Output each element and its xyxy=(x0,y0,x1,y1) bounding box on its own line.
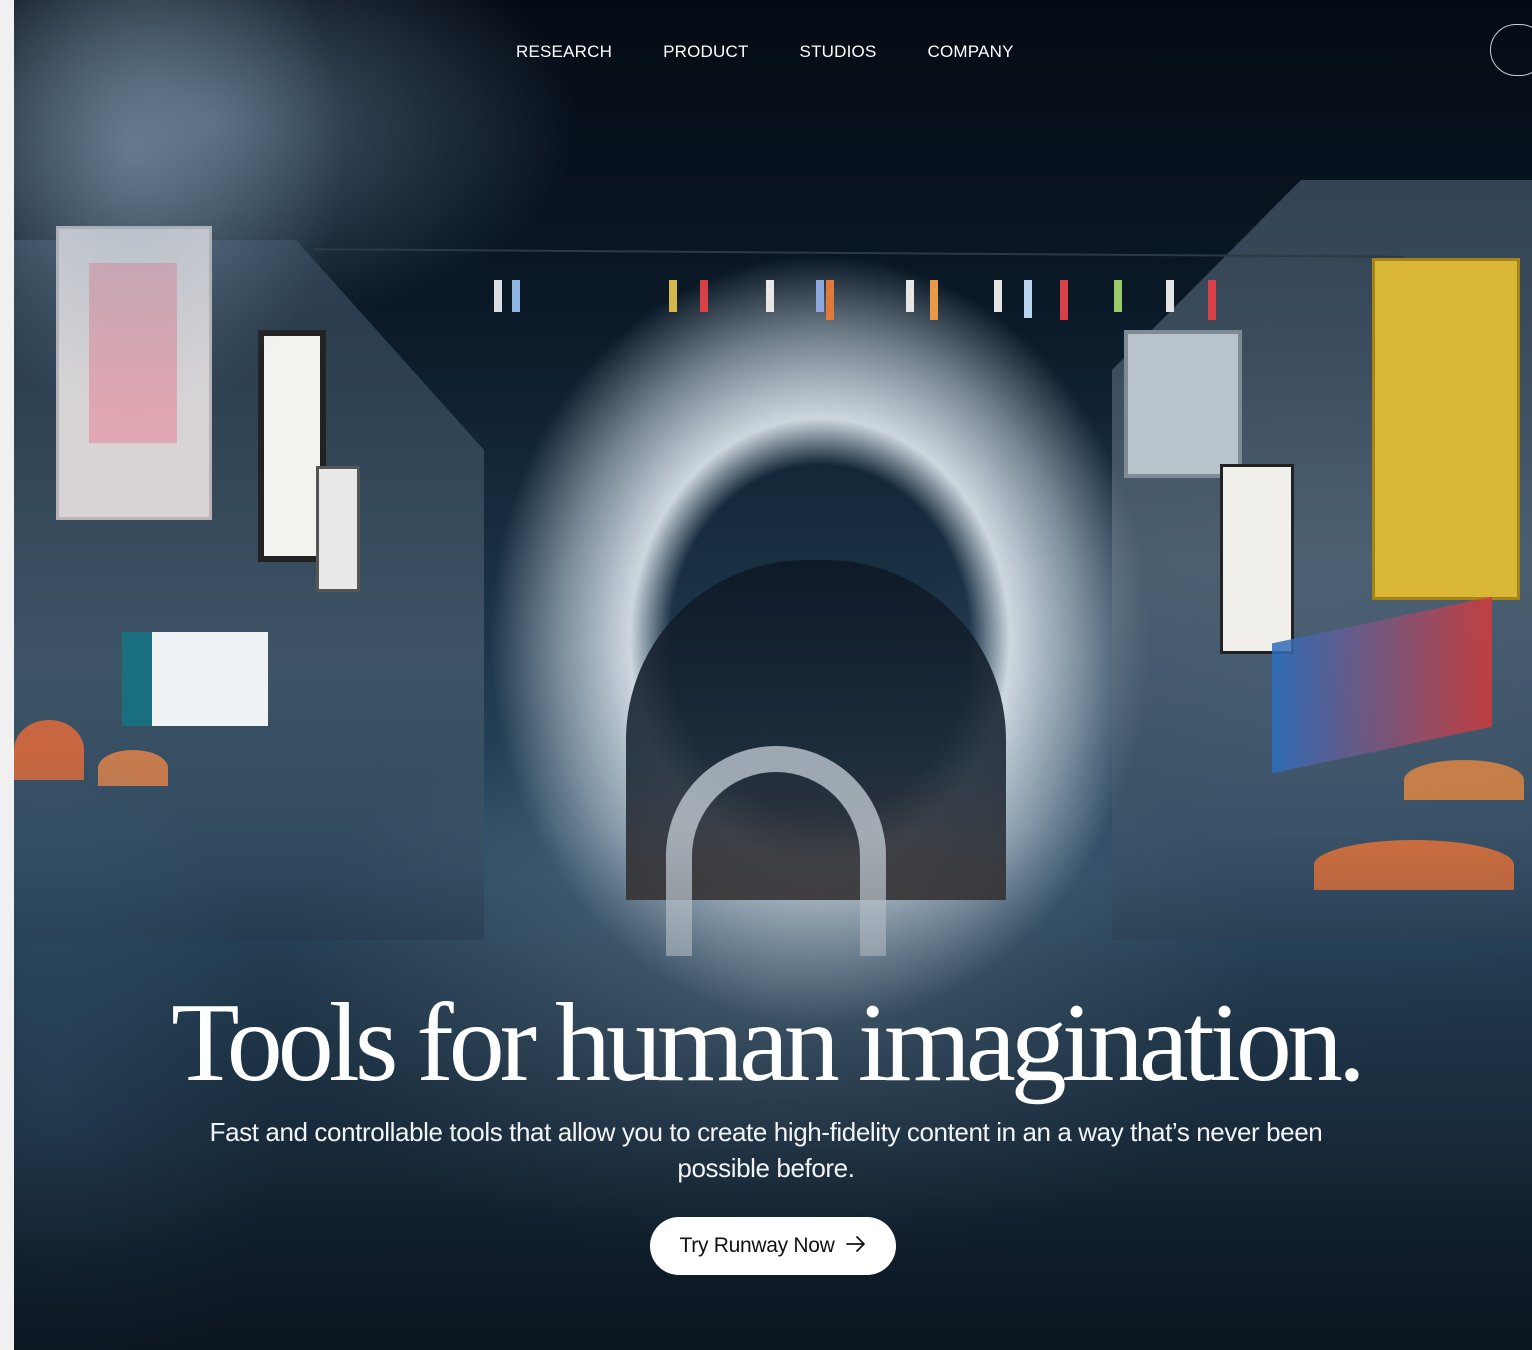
try-runway-button[interactable]: Try Runway Now xyxy=(650,1217,896,1275)
cta-label: Try Runway Now xyxy=(679,1234,835,1257)
building-window xyxy=(1124,330,1242,478)
hero-headline: Tools for human imagination. xyxy=(171,981,1366,1105)
nav-item-product[interactable]: PRODUCT xyxy=(663,36,748,68)
nav-item-research[interactable]: RESEARCH xyxy=(516,36,612,68)
shop-sign-vertical-white xyxy=(1220,464,1294,654)
arrow-right-icon xyxy=(846,1235,866,1257)
market-umbrella xyxy=(1404,760,1524,800)
hero-subhead: Fast and controllable tools that allow y… xyxy=(209,1117,1323,1183)
shop-sign-vertical-yellow xyxy=(1372,258,1520,600)
page-margin xyxy=(0,0,14,1350)
nav-item-studios[interactable]: STUDIOS xyxy=(800,36,877,68)
nav-item-company[interactable]: COMPANY xyxy=(928,36,1014,68)
top-nav: RESEARCH PRODUCT STUDIOS COMPANY xyxy=(516,36,1065,68)
